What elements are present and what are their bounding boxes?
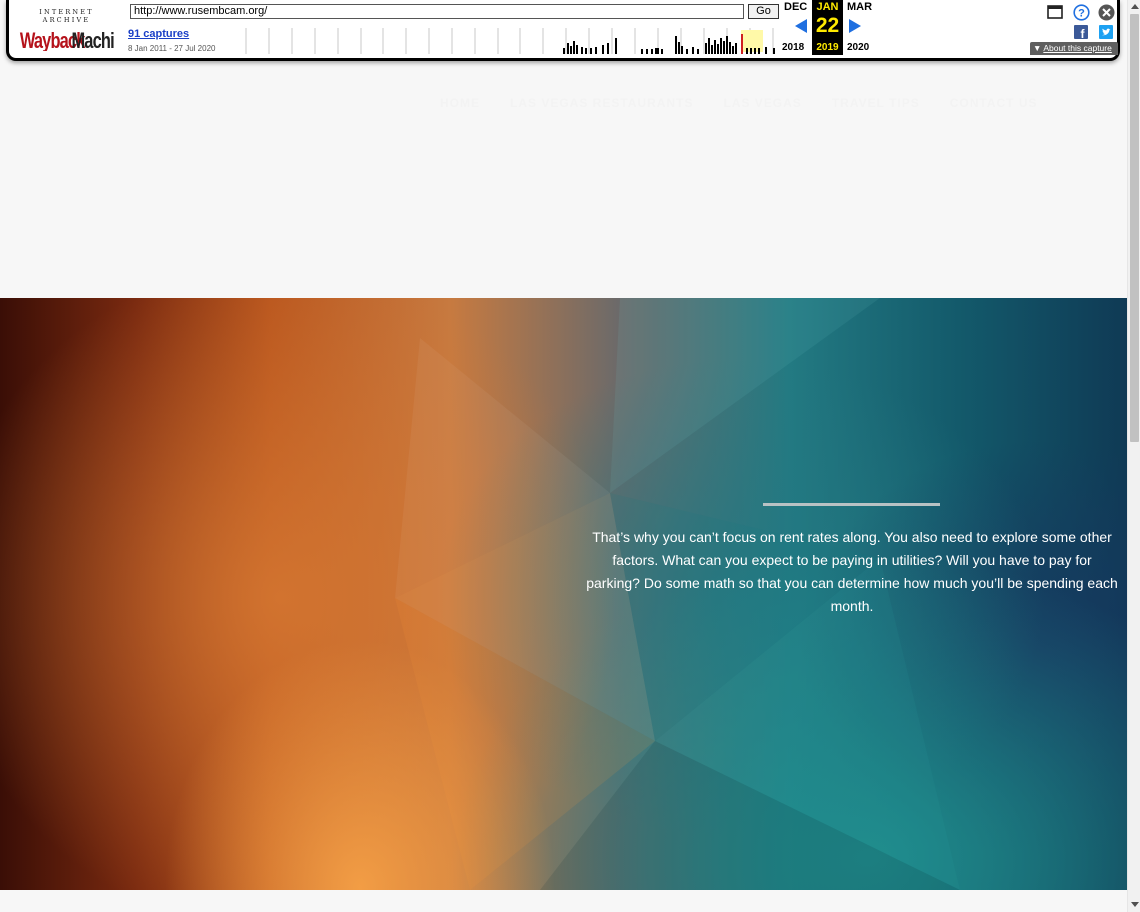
calendar-icon[interactable] [1047, 5, 1063, 19]
next-year-label[interactable]: 2020 [847, 42, 869, 53]
current-day-label: 22 [815, 14, 840, 37]
logo-top-text: INTERNET ARCHIVE [39, 8, 94, 24]
next-month-label[interactable]: MAR [847, 1, 872, 13]
captures-link[interactable]: 91 captures [128, 28, 189, 40]
hero-paragraph: That’s why you can’t focus on rent rates… [586, 529, 1118, 614]
go-button[interactable]: Go [748, 4, 779, 19]
main-navigation: HOME LAS VEGAS RESTAURANTS LAS VEGAS TRA… [440, 96, 1038, 110]
wayback-toolbar: INTERNET ARCHIVE Wayback Machine http://… [6, 0, 1120, 61]
help-icon[interactable]: ? [1073, 4, 1090, 21]
prev-month-label[interactable]: DEC [784, 1, 807, 13]
dropdown-triangle-icon: ▼ [1033, 43, 1042, 53]
about-capture-dropdown[interactable]: ▼ About this capture [1030, 42, 1118, 55]
current-capture-date: JAN 22 2019 [812, 0, 843, 55]
current-month-label: JAN [816, 1, 839, 13]
capture-date-range: 8 Jan 2011 - 27 Jul 2020 [128, 44, 216, 53]
wayback-logo[interactable]: INTERNET ARCHIVE Wayback Machine [19, 8, 114, 51]
current-year-label: 2019 [816, 42, 839, 53]
about-capture-label: About this capture [1043, 43, 1112, 53]
svg-text:?: ? [1078, 8, 1085, 20]
nav-home[interactable]: HOME [440, 96, 480, 110]
svg-text:Machine: Machine [71, 29, 114, 51]
nav-las-vegas[interactable]: LAS VEGAS [723, 96, 801, 110]
close-icon[interactable] [1098, 4, 1115, 21]
page-below-hero [0, 890, 1127, 912]
capture-sparkline[interactable] [219, 28, 779, 54]
wayback-logo-graphic: Wayback Machine [20, 29, 114, 51]
prev-year-label[interactable]: 2018 [782, 42, 804, 53]
next-capture-arrow-icon[interactable] [849, 19, 861, 33]
scrollbar-thumb[interactable] [1130, 14, 1139, 442]
nav-travel-tips[interactable]: TRAVEL TIPS [832, 96, 920, 110]
scroll-down-arrow-icon[interactable] [1131, 902, 1139, 907]
nav-las-vegas-restaurants[interactable]: LAS VEGAS RESTAURANTS [510, 96, 693, 110]
page-scrollbar[interactable] [1127, 0, 1140, 912]
nav-contact-us[interactable]: CONTACT US [950, 96, 1038, 110]
hero-divider [763, 503, 940, 506]
prev-capture-arrow-icon[interactable] [795, 19, 807, 33]
wayback-url-input[interactable]: http://www.rusembcam.org/ [130, 4, 744, 19]
facebook-icon[interactable]: f [1074, 25, 1088, 39]
twitter-icon[interactable] [1099, 25, 1113, 39]
scroll-up-arrow-icon[interactable] [1131, 4, 1139, 9]
